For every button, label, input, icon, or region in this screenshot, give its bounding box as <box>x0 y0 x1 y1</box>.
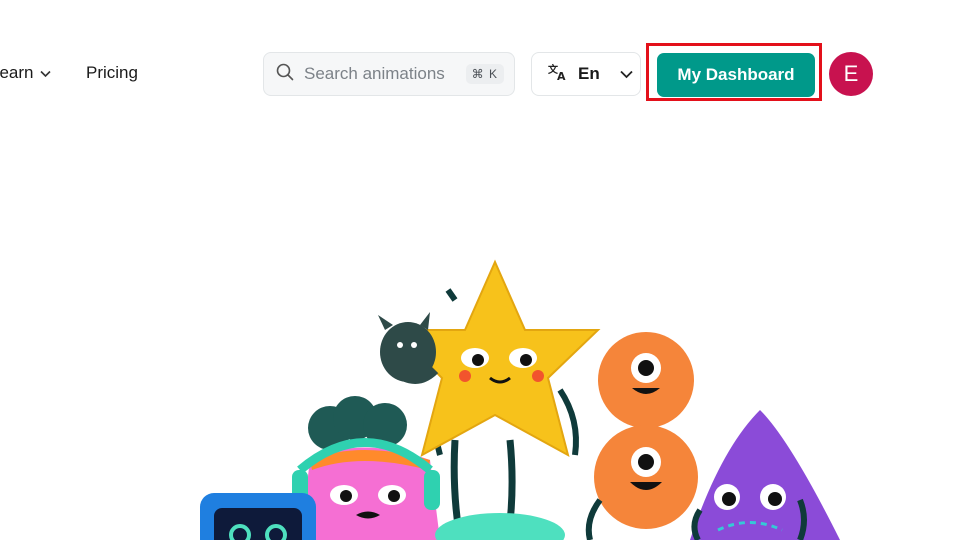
robot-character <box>200 493 316 540</box>
purple-character <box>690 410 840 540</box>
orange-character <box>585 332 698 540</box>
hero-illustration <box>200 259 840 540</box>
cat-character <box>378 312 439 384</box>
